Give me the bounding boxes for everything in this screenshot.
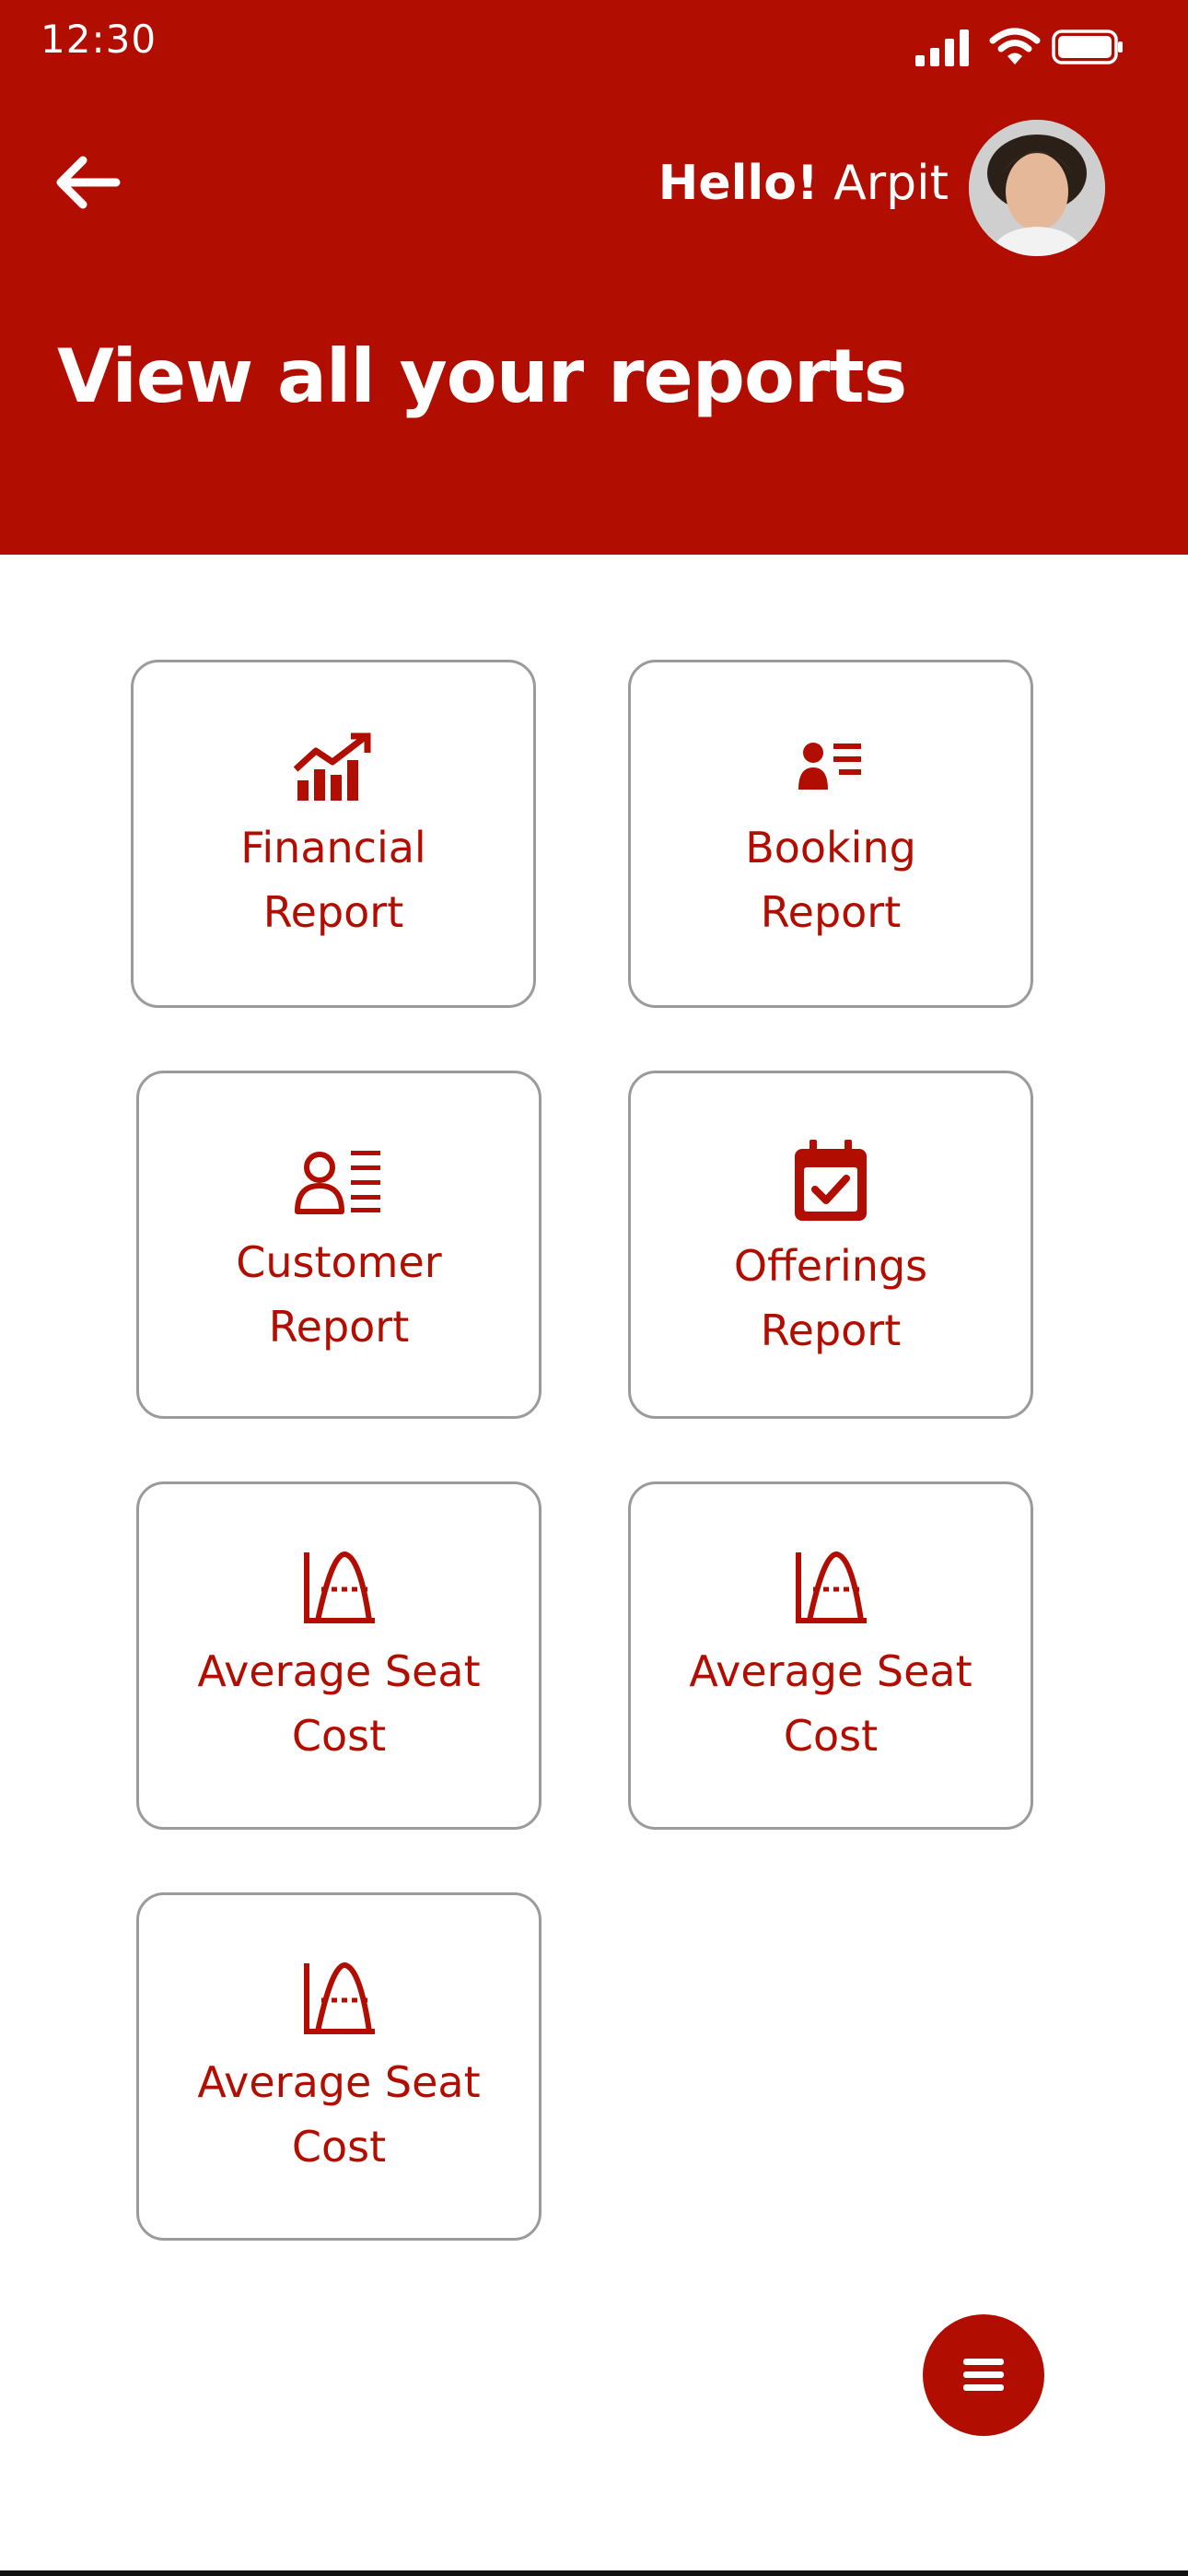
greeting-hello: Hello! [658, 156, 819, 211]
card-label-line1: Customer [236, 1237, 442, 1287]
card-label-line2: Report [268, 1302, 410, 1352]
wifi-icon [989, 28, 1041, 64]
card-label-line1: Average Seat [197, 1646, 481, 1696]
card-label-line2: Report [760, 1306, 902, 1355]
calendar-check-icon [795, 1140, 867, 1221]
card-label-line2: Report [760, 887, 902, 937]
user-photo-icon [969, 120, 1105, 256]
card-label-line2: Cost [783, 1711, 879, 1761]
card-label-line1: Booking [745, 823, 916, 872]
header: 12:30 Hello! Arpit View all your reports [0, 0, 1188, 555]
financial-report-card[interactable]: Financial Report [131, 660, 536, 1008]
average-seat-cost-card[interactable]: Average Seat Cost [136, 1481, 542, 1830]
customer-report-card[interactable]: Customer Report [136, 1071, 542, 1419]
average-seat-cost-card[interactable]: Average Seat Cost [136, 1892, 542, 2241]
card-label-line1: Financial [240, 823, 426, 872]
back-button[interactable] [52, 153, 122, 212]
bell-curve-icon [304, 1962, 375, 2034]
signal-icon [915, 29, 969, 66]
bell-curve-icon [304, 1551, 375, 1623]
avatar[interactable] [969, 120, 1105, 256]
bell-curve-icon [796, 1551, 867, 1623]
home-indicator-bar [0, 2570, 1188, 2576]
user-list-outline-icon [295, 1151, 380, 1214]
average-seat-cost-card[interactable]: Average Seat Cost [628, 1481, 1033, 1830]
card-label-line2: Cost [291, 1711, 387, 1761]
page-title: View all your reports [57, 334, 907, 419]
status-time: 12:30 [41, 17, 157, 62]
arrow-left-icon [56, 156, 121, 209]
greeting: Hello! Arpit [658, 151, 949, 216]
greeting-user-name: Arpit [833, 156, 949, 211]
user-list-icon [798, 743, 861, 790]
menu-icon [963, 2359, 1004, 2391]
card-label-line2: Report [262, 887, 404, 937]
offerings-report-card[interactable]: Offerings Report [628, 1071, 1033, 1419]
card-label-line1: Average Seat [197, 2057, 481, 2107]
card-label-line1: Average Seat [689, 1646, 973, 1696]
chart-growth-icon [294, 732, 371, 801]
booking-report-card[interactable]: Booking Report [628, 660, 1033, 1008]
menu-button[interactable] [923, 2314, 1044, 2436]
battery-icon [1052, 29, 1123, 64]
card-label-line1: Offerings [733, 1241, 928, 1291]
card-label-line2: Cost [291, 2122, 387, 2172]
